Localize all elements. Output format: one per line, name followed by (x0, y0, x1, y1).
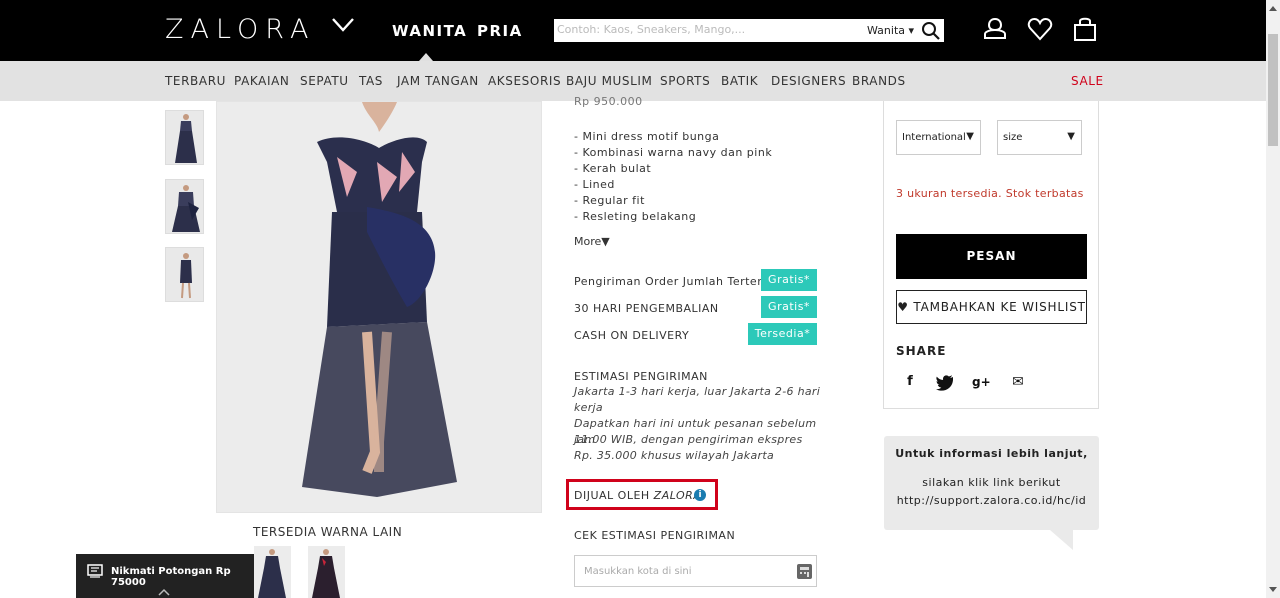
seller-info: DIJUAL OLEH ZALORA (574, 489, 701, 502)
category-jam-tangan[interactable]: JAM TANGAN (397, 74, 479, 88)
scrollbar-thumb[interactable] (1268, 34, 1278, 146)
category-aksesoris[interactable]: AKSESORIS (488, 74, 561, 88)
color-variant-thumbnail[interactable] (254, 546, 291, 598)
service-label: Pengiriman Order Jumlah Tertentu (574, 275, 777, 288)
dropdown-arrow-icon: ▼ (1067, 131, 1075, 142)
other-colors-title: TERSEDIA WARNA LAIN (253, 525, 403, 539)
service-label: CASH ON DELIVERY (574, 329, 690, 342)
color-variant-thumbnail[interactable] (308, 546, 345, 598)
share-title: SHARE (896, 344, 947, 358)
calculator-icon[interactable] (796, 563, 813, 580)
description-line: - Kerah bulat (574, 162, 652, 175)
scroll-up-arrow-icon[interactable] (1269, 6, 1277, 11)
size-system-select[interactable]: International ▼ (896, 120, 981, 155)
product-thumbnail[interactable] (165, 110, 204, 165)
product-thumbnail[interactable] (165, 247, 204, 302)
dress-variant-image (258, 549, 286, 598)
promo-text: Nikmati Potongan Rp 75000 (111, 566, 231, 588)
user-icon[interactable] (982, 16, 1008, 42)
info-icon[interactable]: i (694, 489, 706, 501)
check-shipping-title: CEK ESTIMASI PENGIRIMAN (574, 529, 736, 542)
category-batik[interactable]: BATIK (721, 74, 758, 88)
email-icon[interactable]: ✉ (1009, 373, 1027, 391)
dress-thumbnail-image (172, 185, 200, 232)
top-nav-bar: ZALORA WANITA PRIA Contoh: Kaos, Sneaker… (0, 0, 1280, 61)
category-designers[interactable]: DESIGNERS (771, 74, 846, 88)
description-line: - Resleting belakang (574, 210, 697, 223)
search-bar[interactable]: Contoh: Kaos, Sneakers, Mango,... Wanita… (554, 19, 944, 42)
active-tab-indicator (419, 53, 433, 61)
stock-status: 3 ukuran tersedia. Stok terbatas (896, 187, 1084, 200)
category-sepatu[interactable]: SEPATU (300, 74, 349, 88)
service-badge: Gratis* (761, 296, 817, 318)
dropdown-arrow-icon: ▼ (966, 131, 974, 142)
chevron-up-icon[interactable] (158, 588, 170, 596)
product-main-image[interactable] (216, 101, 542, 513)
facebook-icon[interactable]: f (901, 373, 919, 391)
twitter-icon[interactable] (936, 373, 954, 391)
service-label: 30 HARI PENGEMBALIAN (574, 302, 719, 315)
add-to-wishlist-button[interactable]: ♥ TAMBAHKAN KE WISHLIST (896, 290, 1087, 324)
delivery-estimate-line: kerja (574, 401, 603, 414)
description-line: - Kombinasi warna navy dan pink (574, 146, 773, 159)
order-button[interactable]: PESAN (896, 234, 1087, 279)
scroll-down-arrow-icon[interactable] (1269, 587, 1277, 592)
category-baju-muslim[interactable]: BAJU MUSLIM (566, 74, 653, 88)
category-brands[interactable]: BRANDS (852, 74, 906, 88)
category-tas[interactable]: TAS (359, 74, 383, 88)
dress-thumbnail-image (180, 253, 192, 299)
description-line: - Mini dress motif bunga (574, 130, 720, 143)
delivery-estimate-line: Jakarta 1-3 hari kerja, luar Jakarta 2-6… (574, 385, 821, 398)
dress-model-illustration (217, 102, 541, 512)
search-scope-select[interactable]: Wanita ▾ (867, 24, 914, 37)
chevron-down-icon[interactable] (331, 16, 355, 34)
seller-prefix: DIJUAL OLEH (574, 489, 650, 502)
promo-banner[interactable]: Nikmati Potongan Rp 75000 (76, 554, 254, 598)
delivery-estimate-line: 11.00 WIB, dengan pengiriman ekspres (574, 433, 803, 446)
description-line: - Regular fit (574, 194, 645, 207)
description-line: - Lined (574, 178, 615, 191)
service-badge: Gratis* (761, 269, 817, 291)
dress-variant-image (312, 549, 340, 598)
bag-icon[interactable] (1072, 16, 1098, 42)
size-select[interactable]: size ▼ (997, 120, 1082, 155)
category-sports[interactable]: SPORTS (660, 74, 710, 88)
delivery-estimate-line: Rp. 35.000 khusus wilayah Jakarta (574, 449, 774, 462)
category-pakaian[interactable]: PAKAIAN (234, 74, 289, 88)
heart-icon[interactable] (1027, 16, 1053, 42)
category-sale[interactable]: SALE (1071, 74, 1104, 88)
help-link[interactable]: http://support.zalora.co.id/hc/id (884, 494, 1099, 507)
tab-pria[interactable]: PRIA (477, 22, 523, 40)
search-icon[interactable] (921, 21, 941, 41)
zalora-logo[interactable]: ZALORA (165, 14, 315, 45)
size-value: size (1003, 132, 1023, 143)
search-input[interactable]: Contoh: Kaos, Sneakers, Mango,... (557, 23, 745, 36)
voucher-icon (87, 564, 103, 578)
service-badge: Tersedia* (748, 323, 817, 345)
city-input-placeholder: Masukkan kota di sini (584, 566, 692, 577)
more-link[interactable]: More▼ (574, 235, 610, 248)
category-terbaru[interactable]: TERBARU (165, 74, 226, 88)
product-thumbnail[interactable] (165, 179, 204, 234)
product-price: Rp 950.000 (574, 95, 643, 108)
google-plus-icon[interactable]: g+ (972, 373, 991, 391)
dress-thumbnail-image (175, 114, 197, 163)
tab-wanita[interactable]: WANITA (392, 22, 467, 40)
help-box-tail (1050, 530, 1073, 550)
size-system-value: International (902, 132, 966, 143)
help-text: silakan klik link berikut (922, 476, 1061, 489)
help-title: Untuk informasi lebih lanjut, (895, 447, 1088, 460)
city-input[interactable]: Masukkan kota di sini (574, 555, 817, 587)
help-info-box: Untuk informasi lebih lanjut, silakan kl… (884, 436, 1099, 530)
delivery-estimate-title: ESTIMASI PENGIRIMAN (574, 370, 708, 383)
